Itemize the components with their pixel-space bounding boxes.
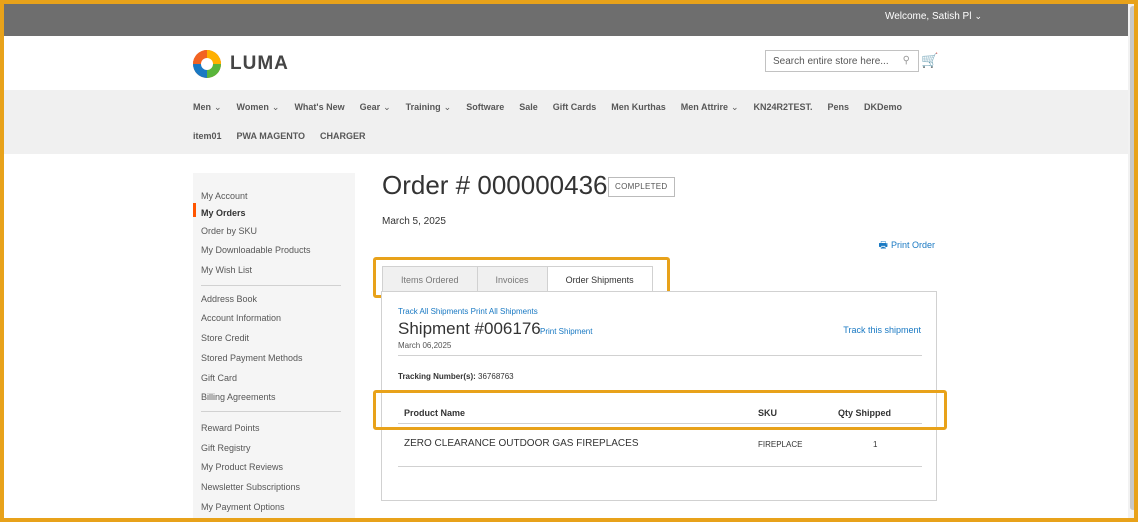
- main-nav: Men ⌄ Women ⌄ What's New Gear ⌄ Training ⌄ Softwa…: [0, 90, 1138, 154]
- page-title: Order # 000000436: [382, 170, 608, 200]
- top-bar: Welcome, Satish Pl ⌄: [0, 0, 1138, 36]
- nav-item-label: Training: [405, 102, 441, 112]
- nav-item-label: Sale: [519, 102, 538, 112]
- sidebar-item-order-by-sku[interactable]: Order by SKU: [201, 226, 257, 236]
- nav-item-men-attrire[interactable]: Men Attrire ⌄: [681, 102, 739, 113]
- account-sidebar: My Account My Orders Order by SKU My Downlo…: [193, 173, 355, 522]
- nav-item-label: Men Attrire: [680, 102, 728, 112]
- nav-row-1: Men ⌄ Women ⌄ What's New Gear ⌄ Training ⌄ Softwa…: [193, 102, 917, 113]
- welcome-text: Welcome, Satish Pl: [884, 11, 972, 22]
- logo[interactable]: LUMA: [193, 50, 289, 78]
- sidebar-divider: [201, 285, 341, 286]
- shipment-title: Shipment #006176: [398, 319, 541, 338]
- nav-item-pwa-magento[interactable]: PWA MAGENTO: [237, 131, 306, 141]
- tracking-number: 36768763: [478, 372, 514, 381]
- nav-item-men[interactable]: Men ⌄: [193, 102, 222, 113]
- chevron-down-icon: ⌄: [730, 102, 739, 112]
- nav-item-sale[interactable]: Sale: [519, 102, 538, 113]
- nav-item-label: Men Kurthas: [611, 102, 666, 112]
- tracking-label: Tracking Number(s):: [398, 372, 476, 381]
- cell-qty: 1: [873, 440, 878, 449]
- active-indicator: [193, 203, 196, 217]
- table-header-highlight-box: [373, 390, 947, 430]
- shipment-date: March 06,2025: [398, 341, 452, 350]
- nav-item-dkdemo[interactable]: DKDemo: [864, 102, 902, 113]
- printer-icon: 🖶: [878, 240, 888, 251]
- print-shipment-link[interactable]: Print Shipment: [540, 327, 592, 336]
- nav-item-gear[interactable]: Gear ⌄: [360, 102, 391, 113]
- vertical-scrollbar[interactable]: [1128, 0, 1138, 522]
- order-date: March 5, 2025: [382, 216, 446, 227]
- search-input[interactable]: Search entire store here... ⚲: [765, 50, 919, 72]
- sidebar-item-account-information[interactable]: Account Information: [201, 313, 281, 323]
- chevron-down-icon: ⌄: [974, 11, 982, 21]
- sidebar-item-my-product-reviews[interactable]: My Product Reviews: [201, 462, 283, 472]
- nav-item-kn24r2test[interactable]: KN24R2TEST.: [754, 102, 813, 113]
- sidebar-item-reward-points[interactable]: Reward Points: [201, 423, 260, 433]
- sidebar-item-newsletter-subscriptions[interactable]: Newsletter Subscriptions: [201, 482, 300, 492]
- nav-item-label: DKDemo: [864, 102, 903, 112]
- track-this-shipment-link[interactable]: Track this shipment: [843, 325, 921, 335]
- nav-item-gift-cards[interactable]: Gift Cards: [553, 102, 597, 113]
- nav-item-label: Men: [193, 102, 211, 112]
- cell-sku: FIREPLACE: [758, 440, 803, 449]
- sidebar-item-store-credit[interactable]: Store Credit: [201, 333, 249, 343]
- logo-text: LUMA: [230, 53, 289, 74]
- sidebar-item-my-orders[interactable]: My Orders: [201, 208, 246, 218]
- chevron-down-icon: ⌄: [443, 102, 452, 112]
- sidebar-item-gift-card[interactable]: Gift Card: [201, 373, 237, 383]
- divider: [398, 466, 922, 467]
- search-icon[interactable]: ⚲: [903, 55, 910, 66]
- tracking-info: Tracking Number(s): 36768763: [398, 372, 514, 381]
- chevron-down-icon: ⌄: [214, 102, 222, 112]
- scrollbar-thumb[interactable]: [1130, 6, 1136, 510]
- chevron-down-icon: ⌄: [383, 102, 391, 112]
- sidebar-divider: [201, 411, 341, 412]
- nav-item-pens[interactable]: Pens: [828, 102, 850, 113]
- nav-item-label: What's New: [294, 102, 345, 112]
- nav-item-label: Women: [236, 102, 269, 112]
- nav-item-men-kurthas[interactable]: Men Kurthas: [611, 102, 666, 113]
- shipment-links: Track All Shipments Print All Shipments: [398, 307, 538, 316]
- nav-item-item01[interactable]: item01: [193, 131, 222, 141]
- track-all-shipments-link[interactable]: Track All Shipments: [398, 307, 468, 316]
- sidebar-item-my-downloadable-products[interactable]: My Downloadable Products: [201, 245, 311, 255]
- nav-item-software[interactable]: Software: [466, 102, 504, 113]
- header: LUMA Search entire store here... ⚲ 🛒: [0, 36, 1138, 90]
- nav-item-charger[interactable]: CHARGER: [320, 131, 366, 141]
- nav-item-label: Pens: [827, 102, 850, 112]
- nav-row-2: item01 PWA MAGENTO CHARGER: [193, 131, 381, 141]
- nav-item-label: Gear: [359, 102, 381, 112]
- sidebar-item-gift-registry[interactable]: Gift Registry: [201, 443, 251, 453]
- sidebar-item-billing-agreements[interactable]: Billing Agreements: [201, 392, 276, 402]
- nav-item-women[interactable]: Women ⌄: [237, 102, 280, 113]
- chevron-down-icon: ⌄: [271, 102, 280, 112]
- print-order-link[interactable]: 🖶 Print Order: [879, 238, 935, 255]
- cart-icon[interactable]: 🛒: [921, 52, 938, 69]
- cell-product-name: ZERO CLEARANCE OUTDOOR GAS FIREPLACES: [404, 438, 639, 449]
- nav-item-what-s-new[interactable]: What's New: [294, 102, 344, 113]
- nav-item-label: Software: [466, 102, 505, 112]
- welcome-menu[interactable]: Welcome, Satish Pl ⌄: [885, 11, 982, 22]
- divider: [398, 355, 922, 356]
- nav-item-label: KN24R2TEST.: [753, 102, 813, 112]
- print-all-shipments-link[interactable]: Print All Shipments: [471, 307, 538, 316]
- sidebar-item-my-wish-list[interactable]: My Wish List: [201, 265, 252, 275]
- sidebar-item-address-book[interactable]: Address Book: [201, 294, 257, 304]
- nav-item-label: Gift Cards: [552, 102, 597, 112]
- status-badge: COMPLETED: [608, 177, 675, 197]
- nav-item-training[interactable]: Training ⌄: [406, 102, 452, 113]
- sidebar-item-my-account[interactable]: My Account: [201, 191, 248, 201]
- search-placeholder: Search entire store here...: [773, 56, 889, 67]
- sidebar-item-my-payment-options[interactable]: My Payment Options: [201, 502, 285, 512]
- sidebar-item-stored-payment-methods[interactable]: Stored Payment Methods: [201, 353, 303, 363]
- luma-logo-icon: [193, 50, 221, 78]
- print-order-label: Print Order: [890, 240, 935, 250]
